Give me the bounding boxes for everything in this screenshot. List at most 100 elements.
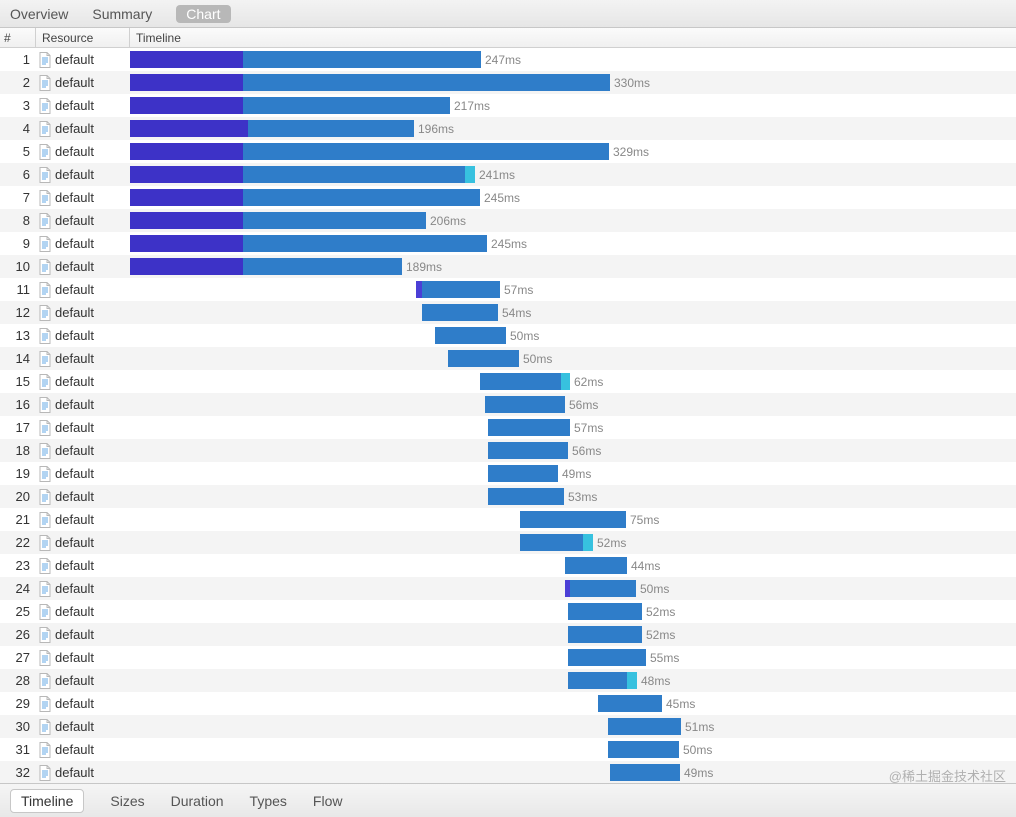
- tab-chart[interactable]: Chart: [176, 5, 230, 23]
- column-timeline-header[interactable]: Timeline: [130, 28, 1016, 47]
- tab-flow[interactable]: Flow: [313, 793, 343, 809]
- row-number: 4: [0, 121, 36, 136]
- resource-cell: default: [36, 75, 130, 91]
- tab-sizes[interactable]: Sizes: [110, 793, 144, 809]
- duration-label: 54ms: [502, 306, 531, 320]
- resource-label: default: [55, 75, 94, 90]
- bar-segment-receive: [248, 120, 414, 137]
- timeline-bar[interactable]: 52ms: [568, 603, 675, 620]
- timeline-bar[interactable]: 49ms: [610, 764, 713, 781]
- timeline-bar[interactable]: 54ms: [422, 304, 531, 321]
- table-row[interactable]: 23 default44ms: [0, 554, 1016, 577]
- table-row[interactable]: 9 default245ms: [0, 232, 1016, 255]
- table-row[interactable]: 8 default206ms: [0, 209, 1016, 232]
- table-row[interactable]: 30 default51ms: [0, 715, 1016, 738]
- timeline-bar[interactable]: 330ms: [130, 74, 650, 91]
- tab-timeline[interactable]: Timeline: [10, 789, 84, 813]
- timeline-bar[interactable]: 196ms: [130, 120, 454, 137]
- table-row[interactable]: 5 default329ms: [0, 140, 1016, 163]
- timeline-bar[interactable]: 51ms: [608, 718, 714, 735]
- timeline-bar[interactable]: 56ms: [488, 442, 601, 459]
- table-row[interactable]: 28 default48ms: [0, 669, 1016, 692]
- timeline-bar[interactable]: 189ms: [130, 258, 442, 275]
- timeline-bar[interactable]: 48ms: [568, 672, 670, 689]
- bar-segment-wait: [130, 212, 243, 229]
- timeline-bar[interactable]: 241ms: [130, 166, 515, 183]
- timeline-bar[interactable]: 52ms: [520, 534, 626, 551]
- tab-types[interactable]: Types: [250, 793, 287, 809]
- table-row[interactable]: 31 default50ms: [0, 738, 1016, 761]
- resource-label: default: [55, 558, 94, 573]
- table-row[interactable]: 27 default55ms: [0, 646, 1016, 669]
- table-row[interactable]: 2 default330ms: [0, 71, 1016, 94]
- table-row[interactable]: 13 default50ms: [0, 324, 1016, 347]
- resource-label: default: [55, 282, 94, 297]
- table-row[interactable]: 26 default52ms: [0, 623, 1016, 646]
- bar-segment-finish: [583, 534, 593, 551]
- timeline-bar[interactable]: 50ms: [435, 327, 539, 344]
- file-icon: [38, 52, 52, 68]
- table-row[interactable]: 18 default56ms: [0, 439, 1016, 462]
- tab-summary[interactable]: Summary: [92, 0, 152, 28]
- timeline-bar[interactable]: 245ms: [130, 189, 520, 206]
- file-icon: [38, 696, 52, 712]
- bar-segment-receive: [520, 534, 583, 551]
- file-icon: [38, 351, 52, 367]
- table-row[interactable]: 3 default217ms: [0, 94, 1016, 117]
- duration-label: 49ms: [684, 766, 713, 780]
- table-row[interactable]: 29 default45ms: [0, 692, 1016, 715]
- table-row[interactable]: 4 default196ms: [0, 117, 1016, 140]
- timeline-bar[interactable]: 49ms: [488, 465, 591, 482]
- timeline-bar[interactable]: 55ms: [568, 649, 679, 666]
- table-row[interactable]: 12 default54ms: [0, 301, 1016, 324]
- table-row[interactable]: 22 default52ms: [0, 531, 1016, 554]
- timeline-bar[interactable]: 245ms: [130, 235, 527, 252]
- table-row[interactable]: 17 default57ms: [0, 416, 1016, 439]
- column-resource-header[interactable]: Resource: [36, 28, 130, 47]
- table-row[interactable]: 20 default53ms: [0, 485, 1016, 508]
- tab-overview[interactable]: Overview: [10, 0, 68, 28]
- timeline-bar[interactable]: 44ms: [565, 557, 660, 574]
- column-number-header[interactable]: #: [0, 28, 36, 47]
- resource-cell: default: [36, 167, 130, 183]
- timeline-bar[interactable]: 75ms: [520, 511, 659, 528]
- timeline-bar[interactable]: 247ms: [130, 51, 521, 68]
- timeline-bar[interactable]: 53ms: [488, 488, 597, 505]
- timeline-bar[interactable]: 217ms: [130, 97, 490, 114]
- duration-label: 245ms: [491, 237, 527, 251]
- timeline-bar[interactable]: 206ms: [130, 212, 466, 229]
- timeline-bar[interactable]: 52ms: [568, 626, 675, 643]
- timeline-bar[interactable]: 50ms: [565, 580, 669, 597]
- table-row[interactable]: 15 default62ms: [0, 370, 1016, 393]
- table-row[interactable]: 11 default57ms: [0, 278, 1016, 301]
- table-row[interactable]: 24 default50ms: [0, 577, 1016, 600]
- timeline-bar[interactable]: 56ms: [485, 396, 598, 413]
- resource-label: default: [55, 742, 94, 757]
- table-row[interactable]: 7 default245ms: [0, 186, 1016, 209]
- table-row[interactable]: 16 default56ms: [0, 393, 1016, 416]
- bar-segment-receive: [243, 189, 480, 206]
- table-row[interactable]: 10 default189ms: [0, 255, 1016, 278]
- timeline-bar[interactable]: 57ms: [416, 281, 533, 298]
- timeline-bar[interactable]: 57ms: [488, 419, 603, 436]
- timeline-bar[interactable]: 329ms: [130, 143, 649, 160]
- row-number: 24: [0, 581, 36, 596]
- bar-segment-receive: [598, 695, 662, 712]
- table-row[interactable]: 21 default75ms: [0, 508, 1016, 531]
- timeline-bar[interactable]: 50ms: [448, 350, 552, 367]
- bar-segment-receive: [448, 350, 519, 367]
- table-row[interactable]: 6 default241ms: [0, 163, 1016, 186]
- tab-duration[interactable]: Duration: [171, 793, 224, 809]
- table-row[interactable]: 32 default49ms: [0, 761, 1016, 783]
- table-row[interactable]: 25 default52ms: [0, 600, 1016, 623]
- file-icon: [38, 167, 52, 183]
- row-number: 29: [0, 696, 36, 711]
- timeline-bar[interactable]: 62ms: [480, 373, 603, 390]
- timeline-bar[interactable]: 45ms: [598, 695, 695, 712]
- table-row[interactable]: 1 default247ms: [0, 48, 1016, 71]
- resource-cell: default: [36, 98, 130, 114]
- table-row[interactable]: 19 default49ms: [0, 462, 1016, 485]
- table-row[interactable]: 14 default50ms: [0, 347, 1016, 370]
- timeline-bar[interactable]: 50ms: [608, 741, 712, 758]
- resource-cell: default: [36, 144, 130, 160]
